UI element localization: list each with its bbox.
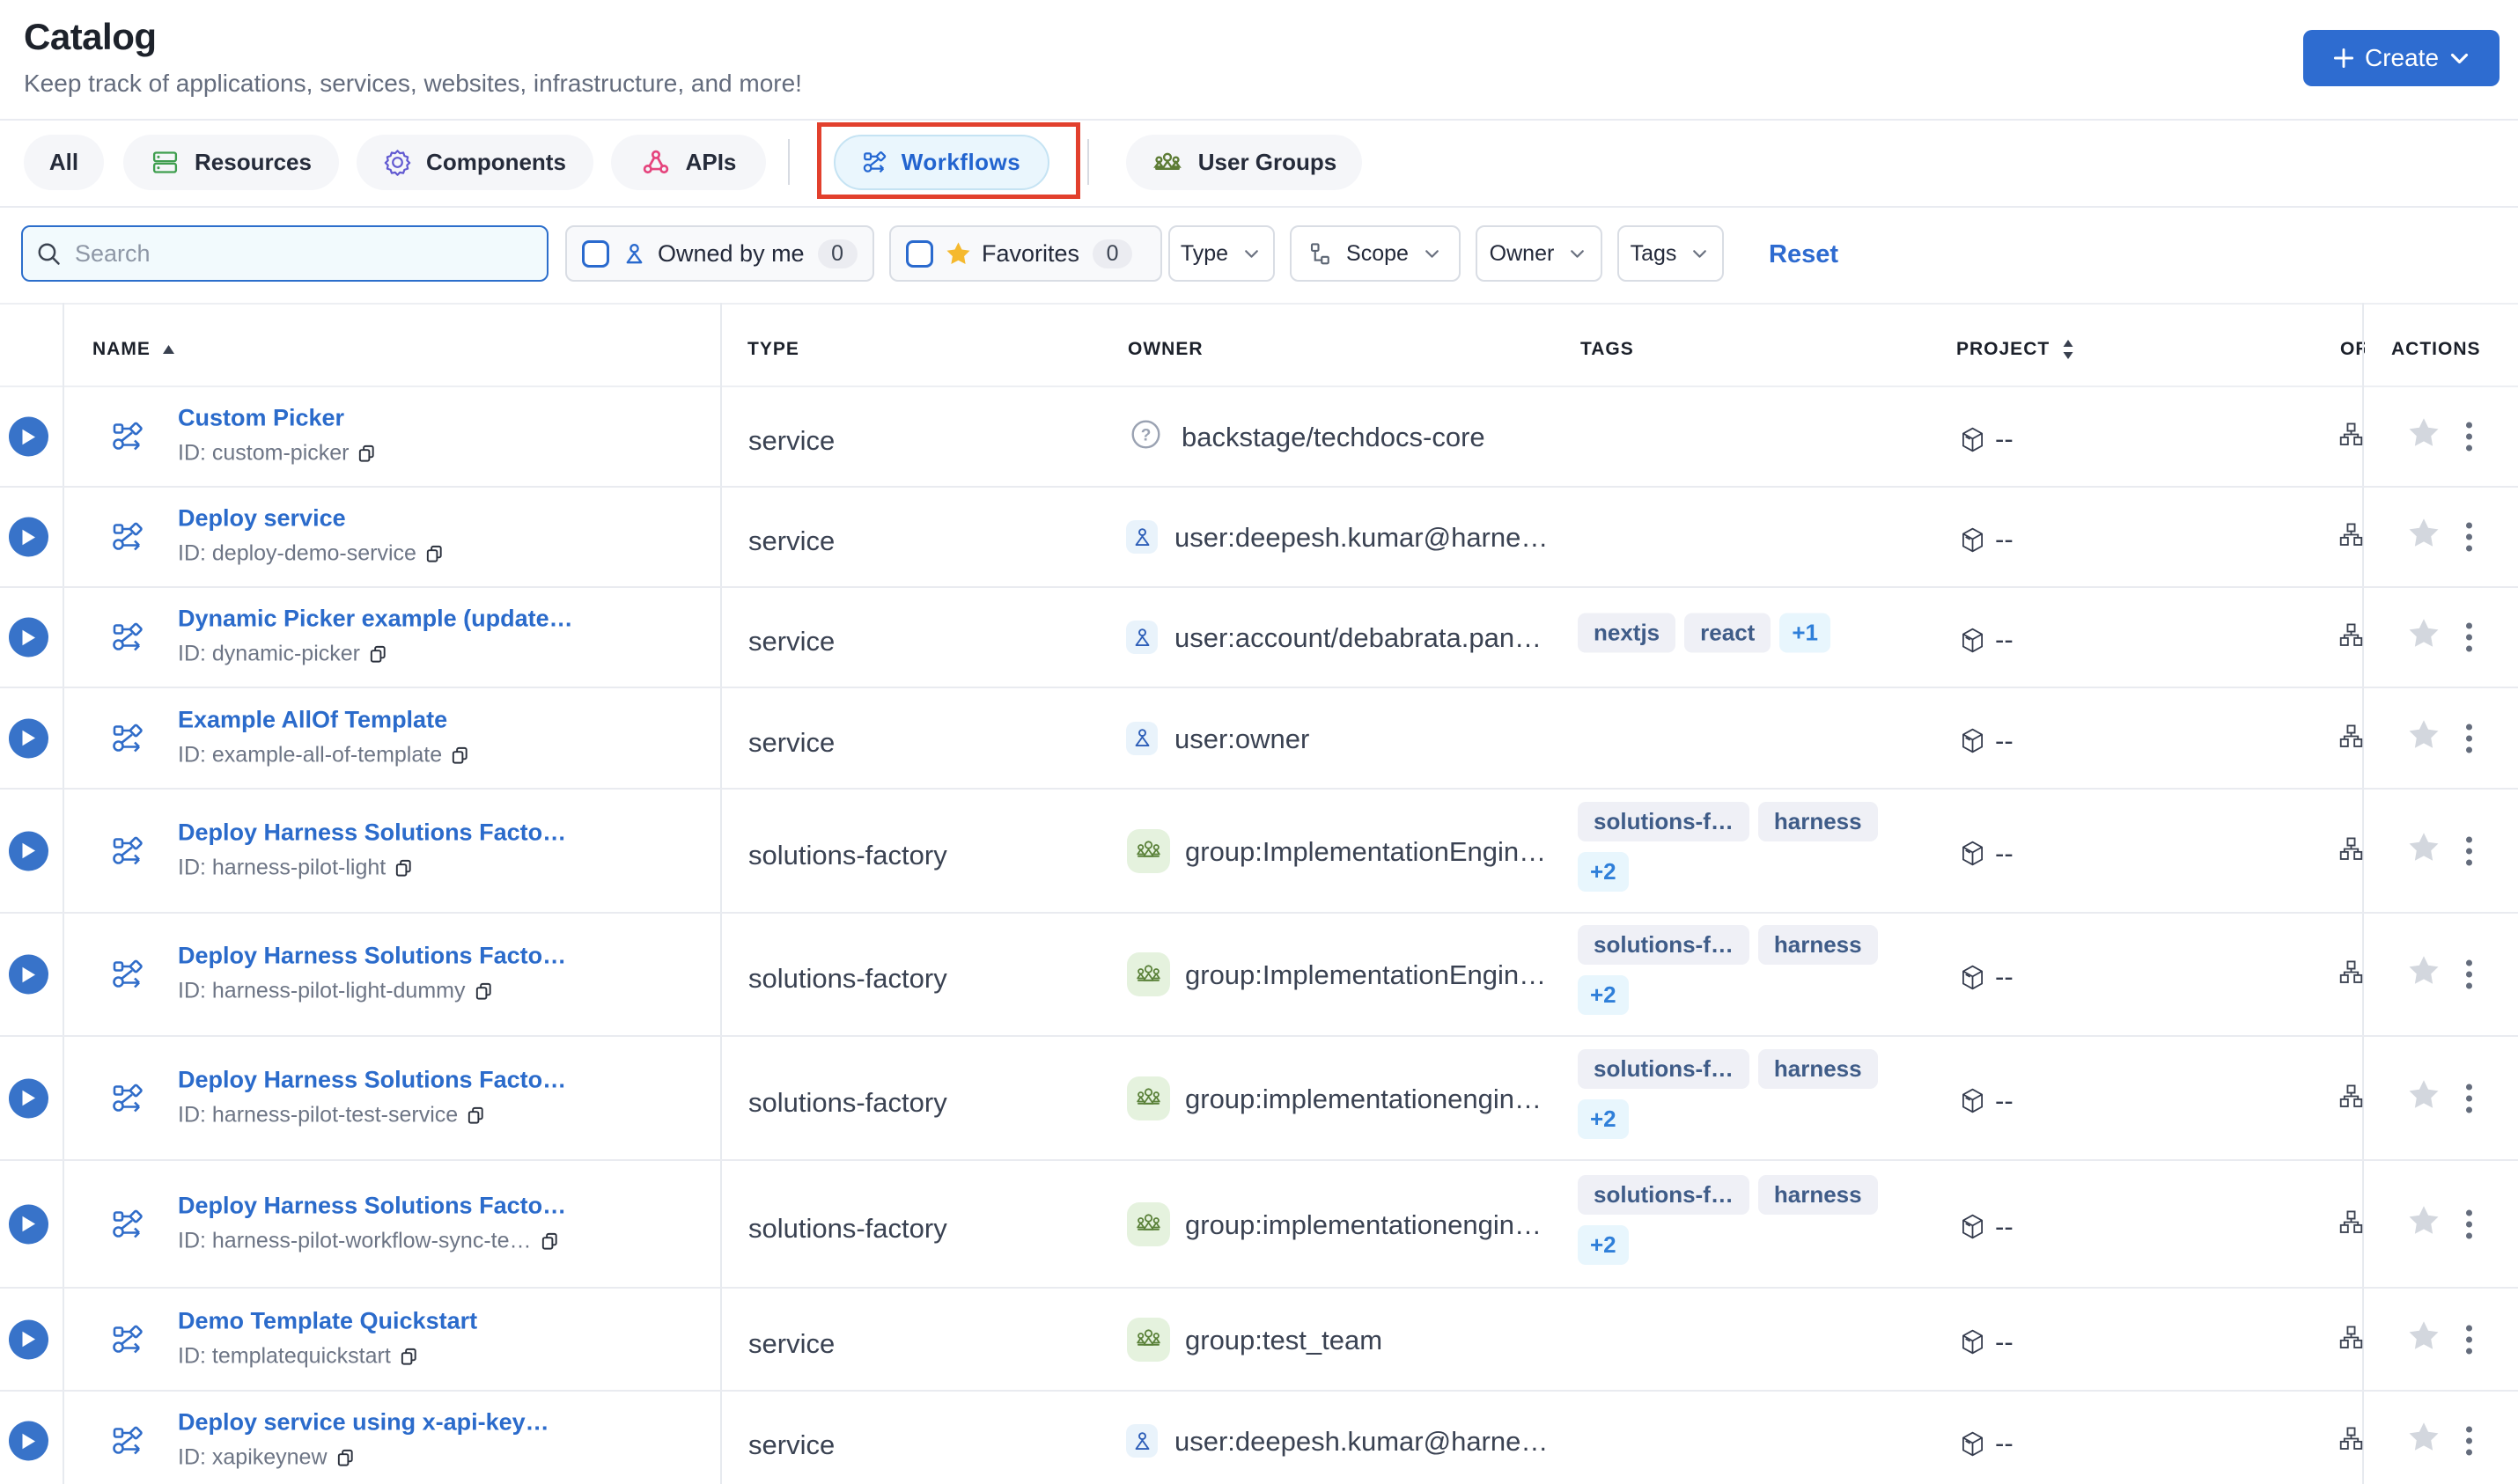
svg-text:?: ? [1141,427,1152,445]
